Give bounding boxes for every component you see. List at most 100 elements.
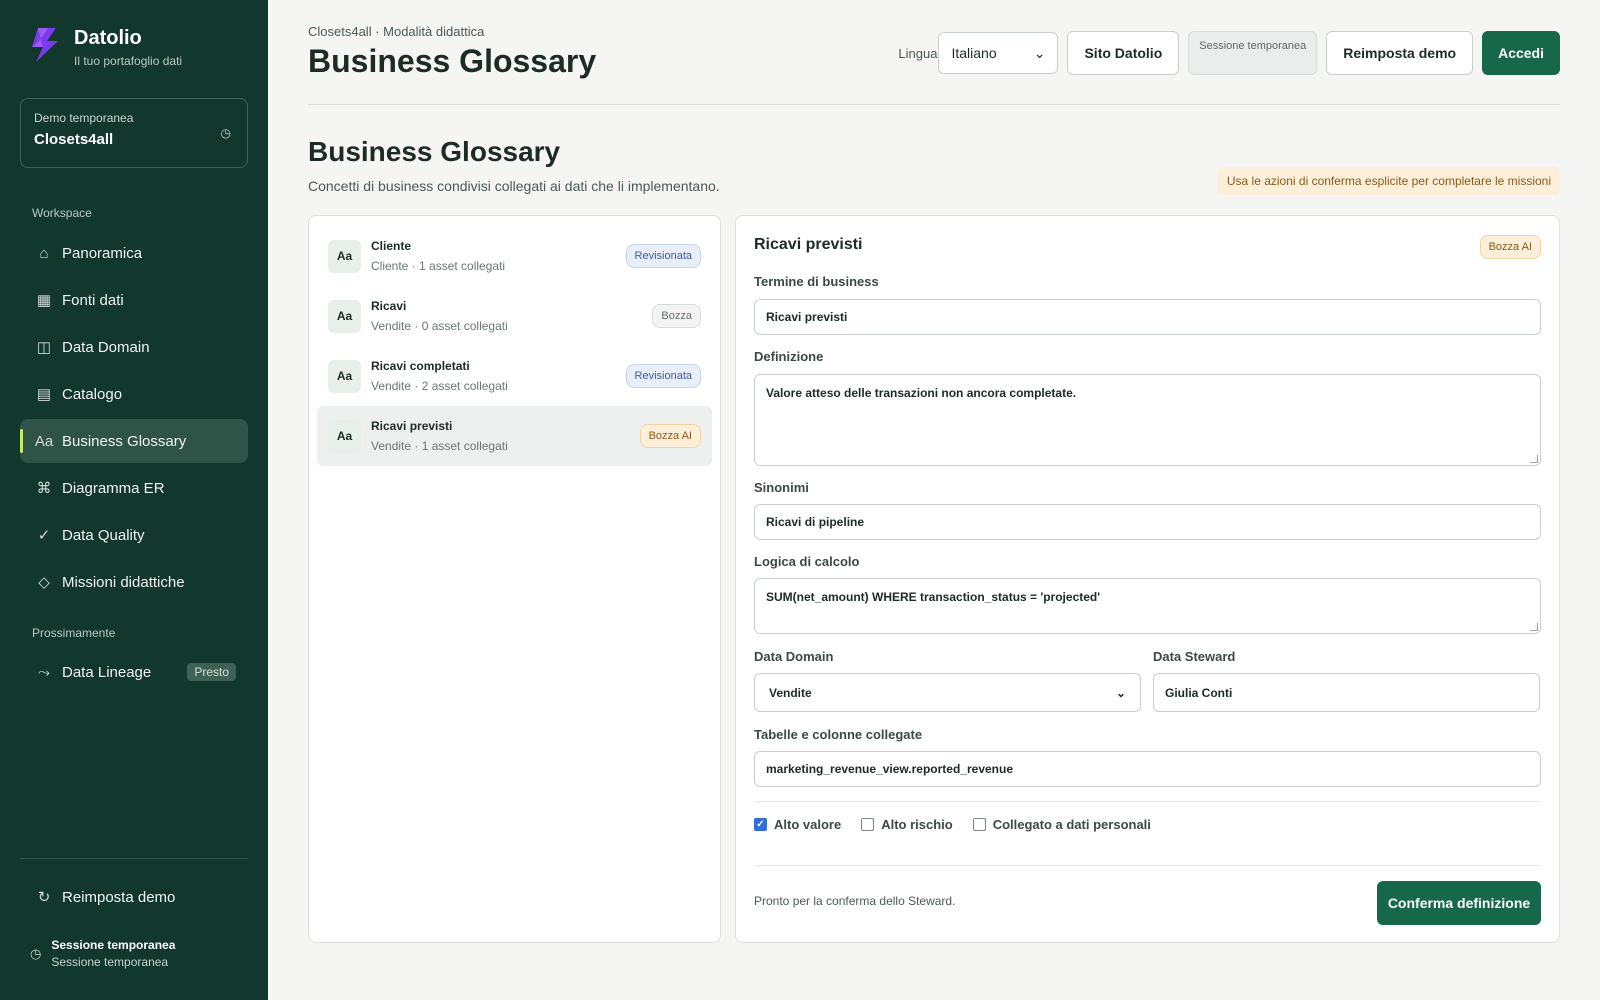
sidebar-item-label: Fonti dati xyxy=(62,291,124,309)
language-select[interactable]: Italiano ⌄ xyxy=(938,32,1059,74)
definition-text: Valore atteso delle transazioni non anco… xyxy=(766,386,1077,400)
domain-field-label: Data Domain xyxy=(754,649,834,664)
resize-handle-icon[interactable] xyxy=(1530,455,1538,463)
logic-textarea[interactable]: SUM(net_amount) WHERE transaction_status… xyxy=(754,578,1541,634)
divider xyxy=(754,865,1541,866)
mission-hint: Usa le azioni di conferma esplicite per … xyxy=(1217,167,1560,195)
term-detail-form: Ricavi previsti Bozza AI Termine di busi… xyxy=(735,215,1560,943)
definition-field-label: Definizione xyxy=(754,349,824,364)
flag-label: Collegato a dati personali xyxy=(992,817,1151,832)
domain-select[interactable]: Vendite ⌄ xyxy=(754,673,1141,712)
sidebar-reset-demo[interactable]: ↻ Reimposta demo xyxy=(20,875,248,919)
steward-input[interactable]: Giulia Conti xyxy=(1153,673,1540,712)
term-name: Cliente xyxy=(371,239,412,253)
term-name: Ricavi xyxy=(371,299,407,313)
sidebar-divider xyxy=(20,858,248,859)
status-badge: Bozza AI xyxy=(1479,235,1541,259)
sidebar-item-fonti-dati[interactable]: ▦ Fonti dati xyxy=(20,278,248,322)
confirm-definition-button[interactable]: Conferma definizione xyxy=(1377,881,1541,925)
sidebar-item-business-glossary[interactable]: Aa Business Glossary xyxy=(20,419,248,463)
divider xyxy=(754,801,1541,802)
columns-icon: ◫ xyxy=(36,339,52,356)
page-header: Closets4all · Modalità didattica Busines… xyxy=(308,24,1560,80)
sidebar-item-catalogo[interactable]: ▤ Catalogo xyxy=(20,372,248,416)
chevron-down-icon: ⌄ xyxy=(1033,44,1046,61)
clock-icon: ◷ xyxy=(220,126,231,140)
term-item-cliente[interactable]: Aa Cliente Cliente · 1 asset collegati R… xyxy=(317,226,712,286)
term-avatar: Aa xyxy=(328,299,361,333)
term-avatar: Aa xyxy=(328,419,361,453)
brand[interactable]: Datolio Il tuo portafoglio dati xyxy=(26,26,182,68)
sidebar-item-label: Catalogo xyxy=(62,385,123,403)
flag-alto-valore[interactable]: ✓ Alto valore xyxy=(754,817,841,832)
sidebar-nav: ⌂ Panoramica ▦ Fonti dati ◫ Data Domain … xyxy=(20,231,248,607)
language-label: Lingua xyxy=(898,45,938,61)
status-badge: Revisionata xyxy=(625,244,701,268)
term-name: Ricavi previsti xyxy=(371,419,453,433)
clock-icon: ◷ xyxy=(30,945,42,961)
term-input[interactable]: Ricavi previsti xyxy=(754,299,1541,335)
checkbox[interactable] xyxy=(861,818,875,831)
brand-subtitle: Il tuo portafoglio dati xyxy=(74,54,183,68)
section-description: Concetti di business condivisi collegati… xyxy=(308,178,720,194)
term-list: Aa Cliente Cliente · 1 asset collegati R… xyxy=(308,215,721,943)
term-item-ricavi[interactable]: Aa Ricavi Vendite · 0 asset collegati Bo… xyxy=(317,286,712,346)
synonyms-input[interactable]: Ricavi di pipeline xyxy=(754,504,1541,540)
detail-title: Ricavi previsti xyxy=(754,236,863,253)
flag-dati-personali[interactable]: Collegato a dati personali xyxy=(972,817,1151,832)
sidebar-item-label: Missioni didattiche xyxy=(62,573,185,591)
session-chip: Sessione temporanea xyxy=(1188,31,1318,75)
lineage-icon: ⤳ xyxy=(37,663,50,681)
language-value: Italiano xyxy=(951,45,997,61)
checkbox[interactable] xyxy=(972,818,986,831)
sidebar: Datolio Il tuo portafoglio dati Demo tem… xyxy=(0,0,268,1000)
session-info: ◷ Sessione temporanea Sessione temporane… xyxy=(30,938,175,969)
term-field-label: Termine di business xyxy=(754,274,879,289)
grid-icon: ▦ xyxy=(36,292,52,309)
term-item-ricavi-previsti[interactable]: Aa Ricavi previsti Vendite · 1 asset col… xyxy=(317,406,712,466)
session-subtitle: Sessione temporanea xyxy=(51,955,169,969)
definition-textarea[interactable]: Valore atteso delle transazioni non anco… xyxy=(754,374,1541,466)
status-badge: Bozza AI xyxy=(639,424,701,448)
soon-badge: Presto xyxy=(187,663,236,681)
demo-selector[interactable]: Demo temporanea Closets4all ◷ xyxy=(20,98,248,168)
term-item-ricavi-completati[interactable]: Aa Ricavi completati Vendite · 2 asset c… xyxy=(317,346,712,406)
sidebar-item-data-lineage[interactable]: ⤳ Data Lineage Presto xyxy=(20,650,248,694)
header-actions: Lingua Italiano ⌄ Sito Datolio Sessione … xyxy=(898,31,1560,75)
list-icon: ▤ xyxy=(36,386,52,403)
sidebar-item-label: Data Quality xyxy=(62,526,145,544)
status-badge: Revisionata xyxy=(625,364,701,388)
sidebar-item-label: Panoramica xyxy=(62,244,143,262)
logic-text: SUM(net_amount) WHERE transaction_status… xyxy=(766,590,1101,604)
sidebar-item-label: Business Glossary xyxy=(62,432,187,450)
sidebar-item-label: Diagramma ER xyxy=(62,479,165,497)
workspace-label: Workspace xyxy=(32,206,92,220)
login-button[interactable]: Accedi xyxy=(1482,31,1560,75)
upcoming-label: Prossimamente xyxy=(32,626,116,640)
sidebar-item-label: Data Domain xyxy=(62,338,150,356)
demo-value: Closets4all xyxy=(34,131,114,148)
sidebar-item-diagramma-er[interactable]: ⌘ Diagramma ER xyxy=(20,466,248,510)
reset-demo-button[interactable]: Reimposta demo xyxy=(1326,31,1474,75)
glossary-icon: Aa xyxy=(34,432,54,450)
sidebar-item-data-quality[interactable]: ✓ Data Quality xyxy=(20,513,248,557)
steward-field-label: Data Steward xyxy=(1153,649,1236,664)
sidebar-item-data-domain[interactable]: ◫ Data Domain xyxy=(20,325,248,369)
logic-field-label: Logica di calcolo xyxy=(754,554,860,569)
linked-assets-input[interactable]: marketing_revenue_view.reported_revenue xyxy=(754,751,1541,787)
domain-value: Vendite xyxy=(769,685,812,700)
site-datolio-button[interactable]: Sito Datolio xyxy=(1067,31,1180,75)
flags-group: ✓ Alto valore Alto rischio Collegato a d… xyxy=(754,817,1151,832)
refresh-icon: ↻ xyxy=(37,889,51,906)
sidebar-item-panoramica[interactable]: ⌂ Panoramica xyxy=(20,231,248,275)
checkbox-checked[interactable]: ✓ xyxy=(754,818,767,831)
flag-alto-rischio[interactable]: Alto rischio xyxy=(861,817,953,832)
session-title: Sessione temporanea xyxy=(51,938,176,952)
term-name: Ricavi completati xyxy=(371,359,470,373)
check-icon: ✓ xyxy=(37,527,51,544)
section-title: Business Glossary xyxy=(308,136,561,167)
resize-handle-icon[interactable] xyxy=(1530,623,1538,631)
sidebar-item-missioni-didattiche[interactable]: ◇ Missioni didattiche xyxy=(20,560,248,604)
sidebar-footer-nav: ↻ Reimposta demo xyxy=(20,875,248,922)
header-divider xyxy=(308,104,1560,105)
